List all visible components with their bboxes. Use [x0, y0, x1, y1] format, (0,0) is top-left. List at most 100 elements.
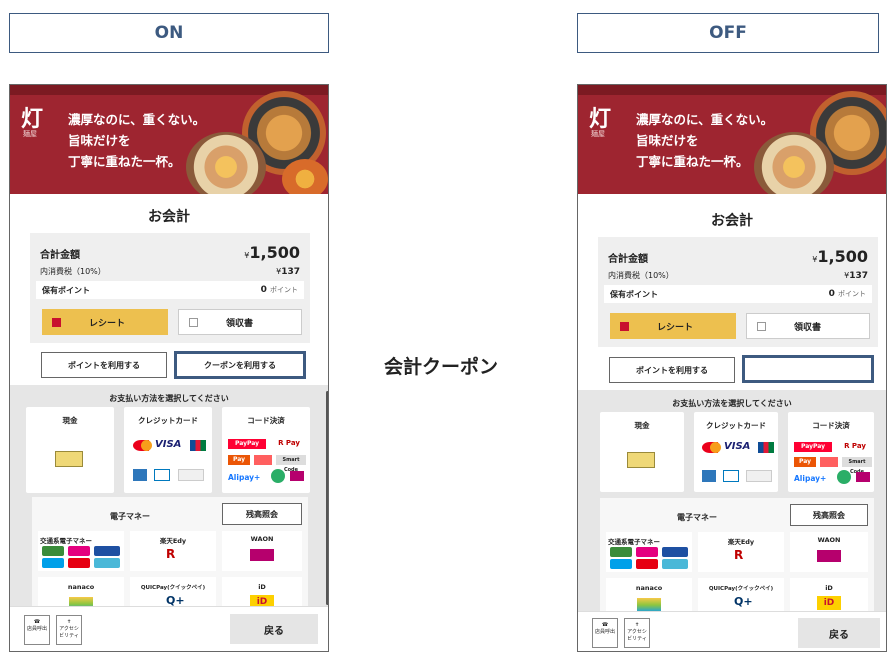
smartcode-icon: Smart Code	[276, 455, 306, 473]
checkbox-icon	[52, 317, 61, 327]
payment-area: お支払い方法を選択してください 現金 クレジットカード VISA コード決済 P…	[578, 390, 886, 618]
payment-title: お支払い方法を選択してください	[109, 394, 229, 403]
visa-icon: VISA	[155, 439, 182, 450]
points-label: 保有ポイント	[610, 289, 658, 299]
on-label: ON	[9, 13, 329, 53]
payment-area: お支払い方法を選択してください 現金 クレジットカード VISA コード決済 P…	[10, 385, 328, 617]
summary-panel: 合計金額 ¥1,500 内消費税（10%） ¥137 保有ポイント 0 ポイント レシ…	[30, 233, 310, 343]
brand-sub: 麺屋	[591, 130, 605, 138]
transit-chip	[610, 559, 632, 569]
waon-option[interactable]: WAON	[222, 531, 302, 571]
transit-chip	[68, 558, 90, 568]
rpay-icon: R Pay	[278, 439, 300, 447]
invoice-checkbox[interactable]: 領収書	[746, 313, 870, 339]
merpay-icon	[254, 455, 272, 465]
use-coupon-button[interactable]: クーポンを利用する	[174, 351, 306, 379]
edy-option[interactable]: 楽天Edy R	[130, 531, 216, 571]
emoney-panel: 電子マネー 残高照会 交通系電子マネー 楽天Edy R WAON nanaco	[600, 498, 874, 618]
tax-value: ¥137	[276, 267, 300, 277]
paypay-icon: PayPay	[228, 439, 266, 449]
mastercard-icon	[141, 440, 152, 451]
transit-chip	[42, 546, 64, 556]
back-button[interactable]: 戻る	[798, 618, 880, 648]
discover-icon	[746, 470, 772, 482]
invoice-checkbox[interactable]: 領収書	[178, 309, 302, 335]
credit-card-option[interactable]: クレジットカード VISA	[694, 412, 778, 492]
ramen-bowl-image	[754, 132, 834, 194]
amex-icon	[702, 470, 716, 482]
total-value: ¥1,500	[244, 243, 300, 262]
wechat-icon	[837, 470, 851, 484]
cash-option[interactable]: 現金	[26, 407, 114, 493]
call-staff-button[interactable]: ☎ 店員呼出	[24, 615, 50, 645]
amex-icon	[133, 469, 147, 481]
balance-inquiry-button[interactable]: 残高照会	[790, 504, 868, 526]
tax-label: 内消費税（10%）	[608, 271, 674, 280]
alipay-icon: Alipay+	[794, 474, 827, 483]
transit-emoney-option[interactable]: 交通系電子マネー	[606, 532, 692, 572]
diners-icon	[154, 469, 170, 481]
alipay-icon: Alipay+	[228, 473, 261, 482]
accessibility-button[interactable]: ✝ アクセシビリティ	[624, 618, 650, 648]
transit-chip	[94, 546, 120, 556]
waon-icon	[250, 549, 274, 561]
checkout-title: お会計	[148, 209, 190, 225]
footer: ☎ 店員呼出 ✝ アクセシビリティ 戻る	[10, 606, 328, 651]
emoney-panel: 電子マネー 残高照会 交通系電子マネー 楽天Edy R WAON nanaco	[32, 497, 308, 617]
footer: ☎ 店員呼出 ✝ アクセシビリティ 戻る	[578, 611, 886, 651]
id-icon: iD	[817, 596, 841, 610]
discover-icon	[178, 469, 204, 481]
total-label: 合計金額	[608, 254, 648, 265]
checkout-title: お会計	[711, 213, 753, 229]
transit-chip	[636, 559, 658, 569]
points-value: 0 ポイント	[828, 289, 866, 299]
points-value: 0 ポイント	[260, 285, 298, 295]
total-label: 合計金額	[40, 250, 80, 261]
aeon-icon	[290, 471, 304, 481]
cash-option[interactable]: 現金	[600, 412, 684, 492]
accessibility-button[interactable]: ✝ アクセシビリティ	[56, 615, 82, 645]
payment-title: お支払い方法を選択してください	[672, 399, 792, 408]
off-label: OFF	[577, 13, 879, 53]
edy-option[interactable]: 楽天Edy R	[698, 532, 784, 572]
balance-inquiry-button[interactable]: 残高照会	[222, 503, 302, 525]
ramen-bowl-image	[282, 159, 328, 194]
diners-icon	[723, 470, 739, 482]
rpay-icon: R Pay	[844, 442, 866, 450]
transit-emoney-option[interactable]: 交通系電子マネー	[38, 531, 124, 571]
use-points-button[interactable]: ポイントを利用する	[41, 352, 167, 378]
banner: 灯 麺屋 濃厚なのに、重くない。 旨味だけを 丁寧に重ねた一杯。	[10, 85, 328, 194]
aupay-icon: Pay	[794, 457, 816, 467]
checkbox-icon	[189, 317, 198, 327]
visa-icon: VISA	[724, 441, 751, 452]
merpay-icon	[820, 457, 838, 467]
points-label: 保有ポイント	[42, 285, 90, 295]
total-value: ¥1,500	[812, 247, 868, 266]
scrollbar[interactable]	[326, 391, 328, 605]
tax-value: ¥137	[844, 271, 868, 281]
back-button[interactable]: 戻る	[230, 614, 318, 644]
use-points-button[interactable]: ポイントを利用する	[609, 357, 735, 383]
code-payment-option[interactable]: コード決済 PayPay R Pay Pay Smart Code Alipay…	[222, 407, 310, 493]
call-staff-button[interactable]: ☎ 店員呼出	[592, 618, 618, 648]
ramen-bowl-image	[186, 132, 266, 194]
empty-coupon-slot	[742, 355, 874, 383]
code-payment-option[interactable]: コード決済 PayPay R Pay Pay Smart Code Alipay…	[788, 412, 874, 492]
cash-icon	[55, 451, 83, 467]
receipt-checkbox[interactable]: レシート	[42, 309, 168, 335]
transit-chip	[610, 547, 632, 557]
aupay-icon: Pay	[228, 455, 250, 465]
waon-option[interactable]: WAON	[790, 532, 868, 572]
summary-panel: 合計金額 ¥1,500 内消費税（10%） ¥137 保有ポイント 0 ポイント レシ…	[598, 237, 878, 347]
waon-icon	[817, 550, 841, 562]
center-caption: 会計クーポン	[383, 356, 498, 378]
smartcode-icon: Smart Code	[842, 457, 872, 475]
transit-chip	[94, 558, 120, 568]
banner-tagline: 濃厚なのに、重くない。 旨味だけを 丁寧に重ねた一杯。	[68, 112, 206, 169]
receipt-checkbox[interactable]: レシート	[610, 313, 736, 339]
mastercard-icon	[710, 442, 721, 453]
credit-card-option[interactable]: クレジットカード VISA	[124, 407, 212, 493]
transit-chip	[42, 558, 64, 568]
nanaco-icon	[637, 598, 661, 612]
tax-label: 内消費税（10%）	[40, 267, 106, 276]
